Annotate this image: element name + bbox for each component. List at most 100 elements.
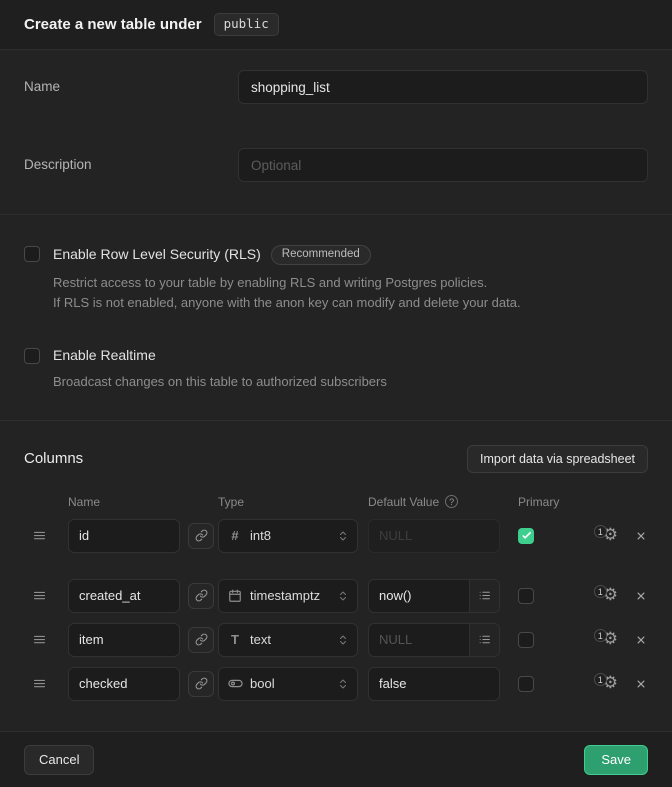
table-name-input[interactable] — [238, 70, 648, 104]
row-actions: 1 ⚙ — [603, 631, 648, 648]
columns-title: Columns — [24, 450, 83, 467]
close-icon — [634, 677, 648, 691]
column-name-input[interactable] — [68, 519, 180, 553]
foreign-key-button[interactable] — [188, 523, 214, 549]
panel-footer: Cancel Save — [0, 731, 672, 787]
column-header-primary: Primary — [518, 495, 668, 509]
column-default-wrap — [368, 667, 500, 701]
chevron-updown-icon — [337, 634, 349, 646]
settings-count-badge: 1 — [594, 629, 607, 642]
cancel-button[interactable]: Cancel — [24, 745, 94, 775]
chevron-updown-icon — [337, 590, 349, 602]
realtime-checkbox[interactable] — [24, 348, 40, 364]
calendar-icon — [227, 589, 243, 603]
settings-count-badge: 1 — [594, 673, 607, 686]
rls-description-line1: Restrict access to your table by enablin… — [53, 273, 521, 293]
column-header-default: Default Value — [368, 495, 439, 509]
column-default-wrap — [368, 519, 500, 553]
column-rows: # int8 1 ⚙ — [0, 519, 672, 701]
rls-toggle-text: Enable Row Level Security (RLS) Recommen… — [53, 245, 521, 313]
column-type-select[interactable]: # int8 — [218, 519, 358, 553]
help-icon[interactable]: ? — [445, 495, 458, 508]
list-icon — [478, 589, 491, 602]
rls-description-line2: If RLS is not enabled, anyone with the a… — [53, 293, 521, 313]
remove-column-button[interactable] — [634, 589, 648, 603]
list-icon — [478, 633, 491, 646]
column-settings-button[interactable]: 1 ⚙ — [603, 631, 618, 648]
foreign-key-button[interactable] — [188, 671, 214, 697]
column-default-input[interactable] — [369, 668, 499, 700]
row-actions: 1 ⚙ — [603, 587, 648, 604]
table-description-input[interactable] — [238, 148, 648, 182]
description-label: Description — [24, 148, 238, 172]
column-header-name: Name — [68, 495, 218, 509]
drag-handle-icon[interactable] — [32, 676, 52, 691]
settings-count-badge: 1 — [594, 585, 607, 598]
chevron-updown-icon — [337, 678, 349, 690]
column-row: timestamptz 1 ⚙ — [0, 579, 672, 613]
remove-column-button[interactable] — [634, 633, 648, 647]
column-type-select[interactable]: T text — [218, 623, 358, 657]
table-details-section: Name Description — [0, 50, 672, 214]
realtime-toggle-text: Enable Realtime Broadcast changes on thi… — [53, 347, 387, 392]
column-row: bool 1 ⚙ — [0, 667, 672, 701]
column-default-input[interactable] — [369, 580, 469, 612]
close-icon — [634, 633, 648, 647]
column-name-input[interactable] — [68, 579, 180, 613]
column-name-input[interactable] — [68, 667, 180, 701]
column-row: # int8 1 ⚙ — [0, 519, 672, 553]
column-settings-button[interactable]: 1 ⚙ — [603, 587, 618, 604]
columns-grid-header: Name Type Default Value ? Primary — [0, 495, 672, 509]
chevron-updown-icon — [337, 530, 349, 542]
rls-toggle-block: Enable Row Level Security (RLS) Recommen… — [24, 245, 648, 313]
columns-header: Columns Import data via spreadsheet — [0, 445, 672, 473]
rls-checkbox[interactable] — [24, 246, 40, 262]
column-default-input — [369, 520, 499, 552]
panel-title: Create a new table under — [24, 16, 202, 33]
hash-icon: # — [227, 528, 243, 543]
column-settings-button[interactable]: 1 ⚙ — [603, 675, 618, 692]
import-spreadsheet-button[interactable]: Import data via spreadsheet — [467, 445, 648, 473]
rls-label: Enable Row Level Security (RLS) — [53, 246, 261, 263]
schema-badge: public — [214, 13, 279, 36]
remove-column-button[interactable] — [634, 677, 648, 691]
remove-column-button[interactable] — [634, 529, 648, 543]
column-default-wrap — [368, 579, 500, 613]
default-options-button[interactable] — [469, 624, 499, 656]
column-default-wrap — [368, 623, 500, 657]
column-header-type: Type — [218, 495, 368, 509]
panel-header: Create a new table under public — [0, 0, 672, 50]
foreign-key-button[interactable] — [188, 627, 214, 653]
link-icon — [195, 589, 208, 602]
column-row: T text 1 — [0, 623, 672, 657]
primary-checkbox[interactable] — [518, 632, 534, 648]
drag-handle-icon[interactable] — [32, 588, 52, 603]
column-type-select[interactable]: timestamptz — [218, 579, 358, 613]
close-icon — [634, 589, 648, 603]
primary-checkbox[interactable] — [518, 588, 534, 604]
description-row: Description — [24, 148, 648, 182]
column-settings-button[interactable]: 1 ⚙ — [603, 527, 618, 544]
check-icon — [521, 530, 532, 541]
link-icon — [195, 529, 208, 542]
drag-handle-icon[interactable] — [32, 632, 52, 647]
realtime-toggle-block: Enable Realtime Broadcast changes on thi… — [24, 347, 648, 392]
foreign-key-button[interactable] — [188, 583, 214, 609]
row-actions: 1 ⚙ — [603, 675, 648, 692]
column-name-input[interactable] — [68, 623, 180, 657]
column-default-input[interactable] — [369, 624, 469, 656]
text-type-icon: T — [227, 632, 243, 647]
drag-handle-icon[interactable] — [32, 528, 52, 543]
name-row: Name — [24, 70, 648, 104]
realtime-description: Broadcast changes on this table to autho… — [53, 372, 387, 392]
primary-checkbox[interactable] — [518, 676, 534, 692]
primary-checkbox[interactable] — [518, 528, 534, 544]
default-options-button[interactable] — [469, 580, 499, 612]
row-actions: 1 ⚙ — [603, 527, 648, 544]
column-type-select[interactable]: bool — [218, 667, 358, 701]
save-button[interactable]: Save — [584, 745, 648, 775]
toggle-icon — [227, 676, 243, 691]
link-icon — [195, 677, 208, 690]
columns-section: Columns Import data via spreadsheet Name… — [0, 420, 672, 732]
table-options-section: Enable Row Level Security (RLS) Recommen… — [0, 214, 672, 420]
